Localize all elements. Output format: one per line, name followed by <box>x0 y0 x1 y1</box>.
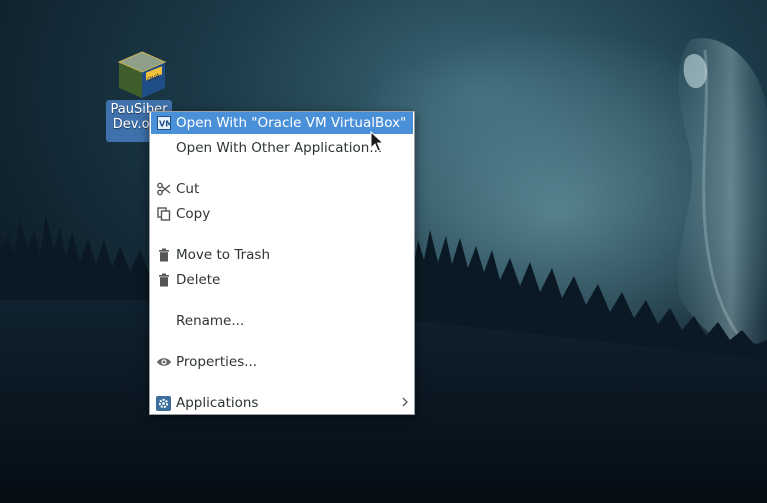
menu-item-rename[interactable]: Rename... <box>151 310 413 332</box>
menu-item-label: Open With Other Application... <box>176 140 383 156</box>
menu-item-label: Rename... <box>176 313 245 329</box>
chevron-right-icon <box>401 396 409 412</box>
copy-icon <box>151 207 176 221</box>
eye-icon <box>151 356 176 368</box>
mouse-pointer-icon <box>370 131 384 152</box>
gear-icon <box>151 395 176 411</box>
menu-item-copy[interactable]: Copy <box>151 203 413 225</box>
trash-icon <box>151 273 176 287</box>
menu-item-label: Move to Trash <box>176 247 271 263</box>
menu-item-cut[interactable]: Cut <box>151 178 413 200</box>
menu-item-label: Delete <box>176 272 221 288</box>
menu-item-label: Copy <box>176 206 211 222</box>
menu-item-applications[interactable]: Applications <box>151 392 413 414</box>
menu-item-label: Open With "Oracle VM VirtualBox" <box>176 115 407 131</box>
trash-icon <box>151 248 176 262</box>
menu-item-label: Cut <box>176 181 200 197</box>
context-menu: VM Open With "Oracle VM VirtualBox" Open… <box>149 111 415 415</box>
menu-item-label: Applications <box>176 395 259 411</box>
scissors-icon <box>151 182 176 196</box>
virtualbox-icon: VM <box>151 116 176 130</box>
menu-item-label: Properties... <box>176 354 258 370</box>
menu-item-delete[interactable]: Delete <box>151 269 413 291</box>
menu-item-move-to-trash[interactable]: Move to Trash <box>151 244 413 266</box>
menu-item-properties[interactable]: Properties... <box>151 351 413 373</box>
virtualbox-appliance-icon: OVA <box>117 51 167 98</box>
svg-text:VM: VM <box>159 120 171 129</box>
